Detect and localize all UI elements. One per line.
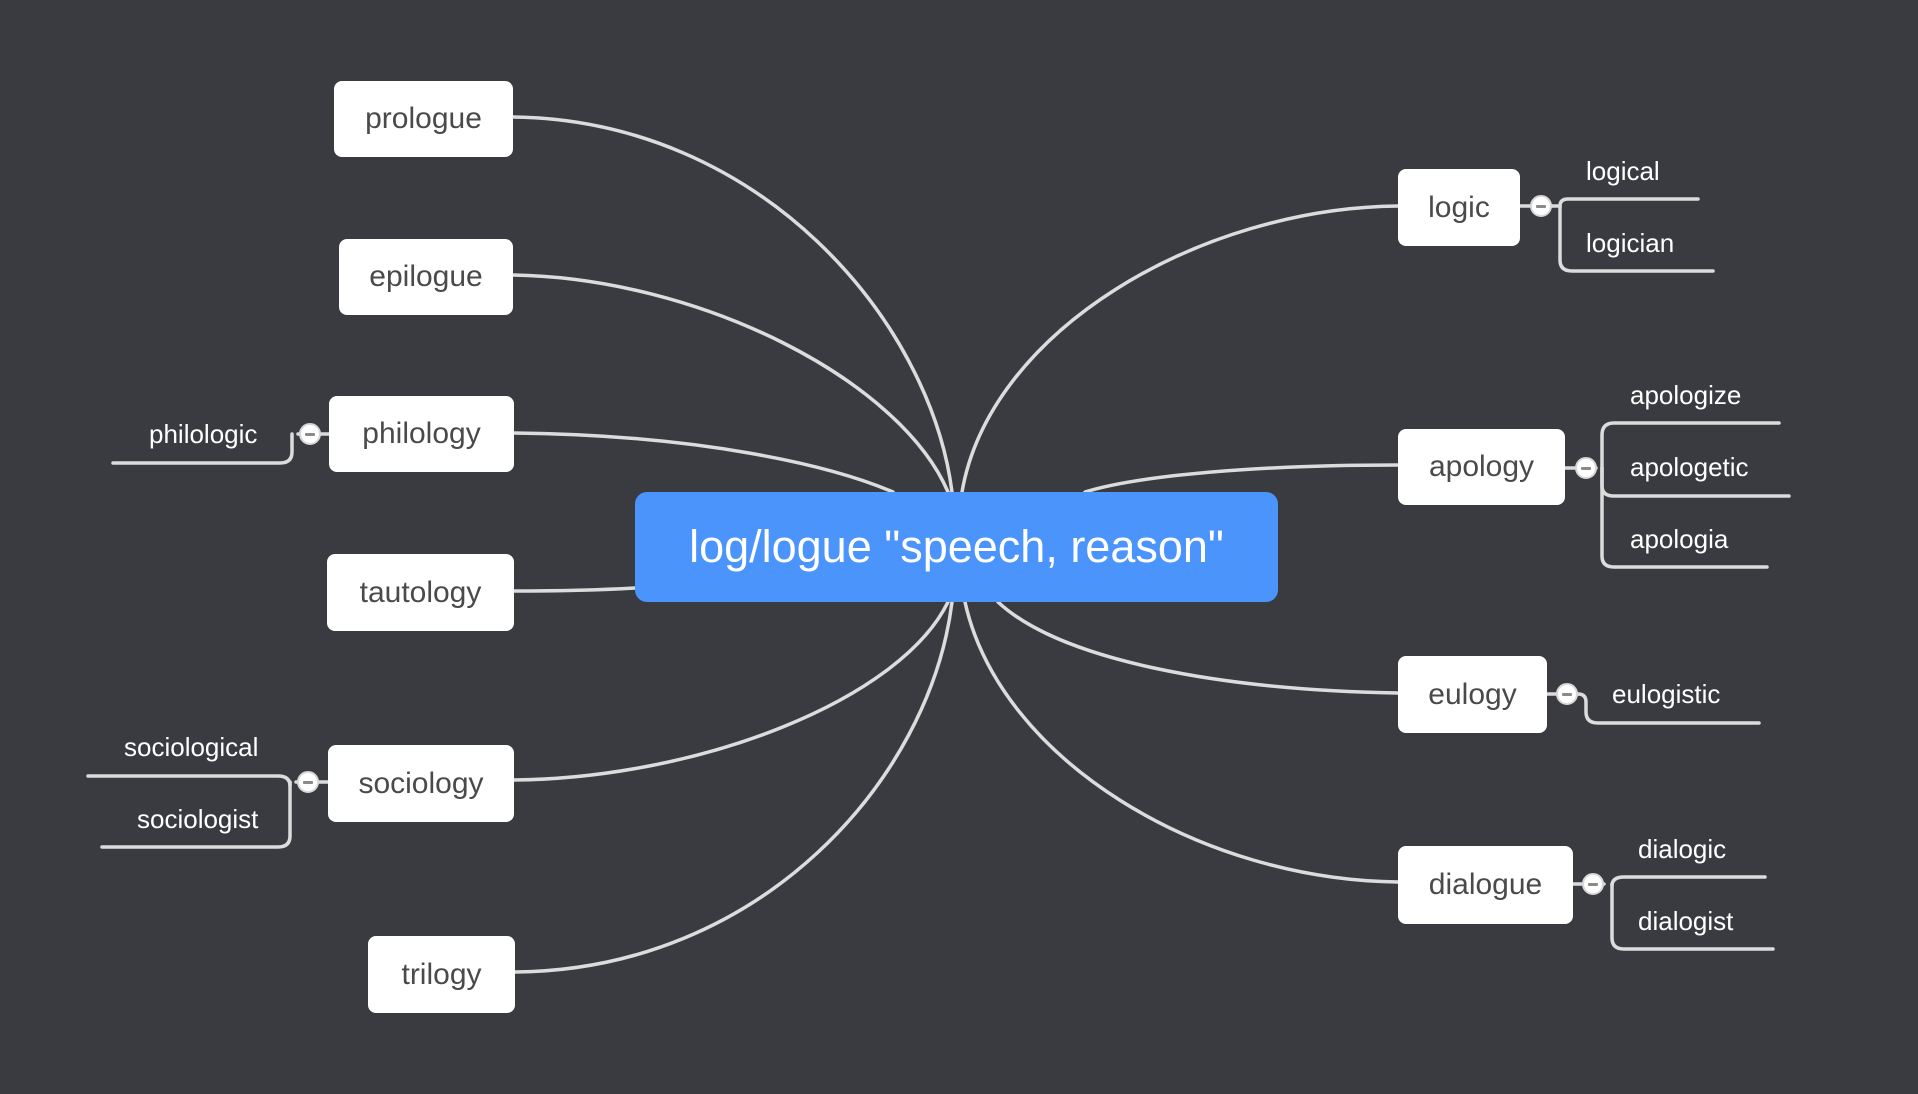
connector-logic xyxy=(960,204,1400,494)
connector-dialogue xyxy=(963,600,1400,884)
minus-circle-icon[interactable] xyxy=(1582,873,1604,895)
topic-label: apology xyxy=(1428,450,1535,483)
connector-sociology xyxy=(512,600,950,782)
topic-prologue[interactable]: prologue xyxy=(334,81,513,157)
subtopic-apologia[interactable]: apologia xyxy=(1630,524,1728,555)
connector-tautology xyxy=(512,586,637,593)
central-topic[interactable]: log/logue "speech, reason" xyxy=(635,492,1278,602)
topic-label: philology xyxy=(362,417,481,450)
topic-label: logic xyxy=(1428,190,1490,224)
subtopic-dialogist[interactable]: dialogist xyxy=(1638,906,1733,937)
connector-trilogy xyxy=(513,600,954,974)
subtopic-sociological[interactable]: sociological xyxy=(124,732,258,763)
subtopic-apologetic[interactable]: apologetic xyxy=(1630,452,1749,483)
topic-label: dialogue xyxy=(1428,868,1543,901)
minus-circle-icon[interactable] xyxy=(1556,683,1578,705)
connector-philology xyxy=(512,431,895,494)
connector-epilogue xyxy=(511,273,950,494)
topic-label: epilogue xyxy=(369,260,483,293)
topic-philology[interactable]: philology xyxy=(329,396,514,472)
topic-sociology[interactable]: sociology xyxy=(328,745,514,822)
connector-eulogy xyxy=(996,600,1400,695)
minus-circle-icon[interactable] xyxy=(299,423,321,445)
topic-label: prologue xyxy=(365,102,482,135)
topic-dialogue[interactable]: dialogue xyxy=(1398,846,1573,924)
connector-apology xyxy=(1083,463,1400,494)
topic-tautology[interactable]: tautology xyxy=(327,554,514,631)
minus-circle-icon[interactable] xyxy=(1530,195,1552,217)
minus-circle-icon[interactable] xyxy=(297,771,319,793)
subtopic-philologic[interactable]: philologic xyxy=(149,419,257,450)
topic-label: tautology xyxy=(359,575,482,609)
subtopic-logical[interactable]: logical xyxy=(1586,156,1660,187)
subtopic-sociologist[interactable]: sociologist xyxy=(137,804,258,835)
topic-logic[interactable]: logic xyxy=(1398,169,1520,246)
central-topic-label: log/logue "speech, reason" xyxy=(689,521,1224,572)
subtopic-dialogic[interactable]: dialogic xyxy=(1638,834,1726,865)
subtopic-eulogistic[interactable]: eulogistic xyxy=(1612,679,1720,710)
topic-trilogy[interactable]: trilogy xyxy=(368,936,515,1013)
topic-label: eulogy xyxy=(1428,677,1517,711)
subtopic-apologize[interactable]: apologize xyxy=(1630,380,1741,411)
topic-epilogue[interactable]: epilogue xyxy=(339,239,513,315)
topic-apology[interactable]: apology xyxy=(1398,429,1565,505)
topic-eulogy[interactable]: eulogy xyxy=(1398,656,1547,733)
topic-label: sociology xyxy=(358,766,484,800)
subtopic-logician[interactable]: logician xyxy=(1586,228,1674,259)
minus-circle-icon[interactable] xyxy=(1575,457,1597,479)
topic-label: trilogy xyxy=(401,957,482,991)
